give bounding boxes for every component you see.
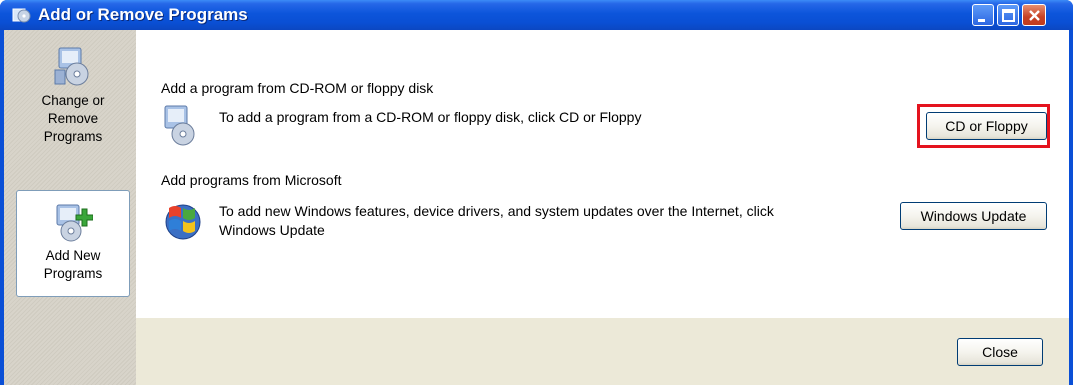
sidebar-item-label: Remove: [47, 111, 99, 126]
ms-section-heading: Add programs from Microsoft: [161, 172, 342, 188]
sidebar-item-label: Add New: [45, 248, 101, 263]
add-new-programs-icon: [56, 204, 93, 242]
ms-section-description: To add new Windows features, device driv…: [219, 202, 774, 240]
sidebar: Change or Remove Programs Add New Progra…: [4, 30, 136, 385]
sidebar-item-change-remove-programs[interactable]: Change or Remove Programs: [16, 38, 130, 178]
cd-floppy-install-icon: [164, 105, 195, 146]
title-bar[interactable]: Add or Remove Programs: [0, 0, 1073, 30]
windows-logo-icon: [165, 204, 201, 240]
main-content: Add a program from CD-ROM or floppy disk…: [136, 30, 1069, 318]
maximize-button[interactable]: [997, 4, 1019, 26]
cd-or-floppy-highlight: [917, 104, 1050, 148]
add-remove-programs-icon: [12, 8, 31, 23]
cd-section-heading: Add a program from CD-ROM or floppy disk: [161, 80, 434, 96]
close-button[interactable]: Close: [957, 338, 1043, 366]
client-area: Change or Remove Programs Add New Progra…: [4, 30, 1069, 385]
windows-update-button[interactable]: Windows Update: [900, 202, 1047, 230]
ms-description-line2: Windows Update: [219, 222, 325, 238]
window-title: Add or Remove Programs: [38, 5, 248, 24]
ms-description-line1: To add new Windows features, device driv…: [219, 203, 774, 219]
add-remove-programs-window: Add or Remove Programs Change or Remove: [0, 0, 1073, 385]
close-window-button[interactable]: [1022, 4, 1046, 26]
change-remove-programs-icon: [54, 47, 89, 86]
sidebar-item-add-new-programs[interactable]: Add New Programs: [16, 190, 130, 297]
cd-section-description: To add a program from a CD-ROM or floppy…: [219, 109, 642, 125]
sidebar-item-label: Change or: [41, 93, 105, 108]
minimize-icon: [978, 19, 985, 22]
close-icon: [1029, 10, 1040, 21]
sidebar-item-label: Programs: [43, 266, 103, 281]
maximize-icon: [1002, 9, 1015, 22]
sidebar-item-label: Programs: [43, 129, 103, 144]
minimize-button[interactable]: [972, 4, 994, 26]
